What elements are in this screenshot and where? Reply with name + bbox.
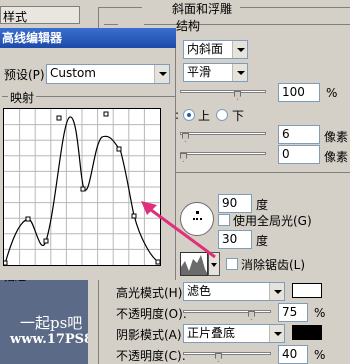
highlight-color-swatch[interactable] — [292, 283, 322, 298]
shadow-opacity-input[interactable]: 40 — [278, 345, 308, 364]
anti-aliased-checkbox[interactable] — [226, 258, 238, 270]
technique-select[interactable]: 平滑 — [183, 63, 248, 82]
preset-label: 预设(P): — [4, 68, 49, 82]
altitude-input[interactable]: 30 — [218, 230, 252, 249]
angle-value: 90 — [222, 196, 238, 210]
mapping-label: 映射 — [10, 91, 35, 105]
outer-group-top-right — [240, 7, 350, 8]
shadow-opacity-value: 40 — [282, 347, 298, 361]
size-input[interactable]: 6 — [278, 125, 320, 144]
style-select[interactable]: 内斜面 — [183, 40, 248, 59]
shadow-opacity-label: 不透明度(C): — [116, 349, 186, 363]
highlight-opacity-label: 不透明度(O): — [116, 307, 187, 321]
altitude-value: 30 — [222, 232, 238, 246]
shading-group-top — [176, 172, 350, 173]
styles-tab-label: 样式 — [3, 10, 28, 24]
structure-group-top — [104, 24, 118, 25]
chevron-down-icon[interactable] — [154, 65, 169, 83]
soften-value: 0 — [282, 147, 290, 161]
shadow-mode-select[interactable]: 正片叠底 — [183, 324, 285, 343]
anti-aliased-label: 消除锯齿(L) — [241, 258, 306, 272]
size-value: 6 — [282, 127, 290, 141]
angle-input[interactable]: 90 — [218, 194, 252, 213]
highlight-opacity-track[interactable] — [183, 310, 271, 313]
outer-group-top — [98, 7, 142, 8]
chevron-down-icon[interactable] — [269, 325, 284, 342]
soften-slider-track[interactable] — [180, 152, 266, 155]
direction-up-radio[interactable] — [183, 109, 195, 121]
altitude-unit: 度 — [256, 234, 269, 248]
mapping-group-top-left — [2, 96, 8, 97]
soften-unit: 像素 — [324, 150, 349, 164]
shadow-color-swatch[interactable] — [292, 325, 322, 340]
direction-up-label: 上 — [198, 109, 211, 123]
structure-group-top-right — [144, 24, 350, 25]
styles-tab[interactable]: 样式 — [0, 6, 80, 24]
size-slider-track[interactable] — [180, 132, 266, 135]
chevron-down-icon[interactable] — [232, 64, 247, 81]
direction-down-radio[interactable] — [216, 109, 228, 121]
depth-slider-track[interactable] — [180, 90, 266, 93]
highlight-opacity-unit: % — [314, 306, 326, 320]
soften-input[interactable]: 0 — [278, 145, 320, 164]
preset-select-value: Custom — [50, 66, 96, 80]
highlight-mode-select[interactable]: 滤色 — [183, 282, 285, 301]
size-unit: 像素 — [324, 130, 349, 144]
use-global-light-label: 使用全局光(G) — [233, 214, 312, 228]
highlight-mode-label: 高光模式(H): — [116, 286, 187, 300]
style-select-value: 内斜面 — [187, 42, 224, 56]
chevron-down-icon[interactable] — [269, 283, 284, 300]
direction-down-label: 下 — [232, 109, 245, 123]
structure-title: 结构 — [176, 19, 201, 33]
shadow-mode-value: 正片叠底 — [187, 326, 236, 340]
preset-select[interactable]: Custom — [46, 64, 170, 84]
contour-editor-title[interactable]: 高线编辑器 — [0, 28, 176, 48]
highlight-opacity-value: 75 — [282, 305, 298, 319]
depth-value: 100 — [282, 85, 305, 99]
depth-input[interactable]: 100 — [278, 83, 320, 102]
annotation-arrow-icon — [141, 201, 216, 259]
chevron-down-icon[interactable] — [232, 41, 247, 58]
angle-unit: 度 — [256, 198, 269, 212]
mapping-group-top-right — [36, 96, 176, 97]
depth-unit: % — [326, 86, 338, 100]
bevel-section-title: 斜面和浮雕 — [172, 2, 233, 16]
shadow-mode-label: 阴影模式(A): — [116, 328, 186, 342]
highlight-opacity-input[interactable]: 75 — [278, 303, 308, 322]
watermark-line1: 一起ps吧 — [20, 314, 83, 332]
highlight-mode-value: 滤色 — [187, 284, 212, 298]
technique-select-value: 平滑 — [187, 65, 212, 79]
shadow-opacity-track[interactable] — [183, 352, 271, 355]
shadow-opacity-unit: % — [314, 348, 326, 362]
